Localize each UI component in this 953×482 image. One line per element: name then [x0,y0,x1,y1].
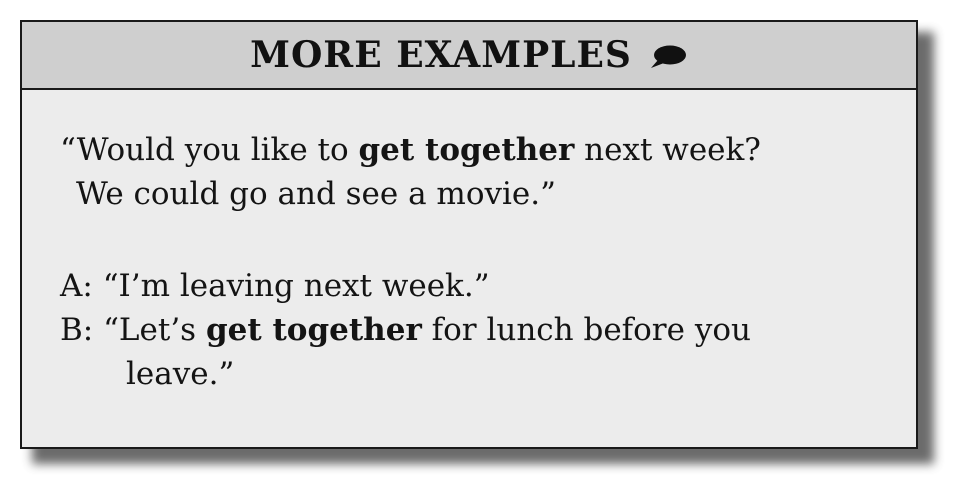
example-line-1: “Would you like to get together next wee… [60,128,916,172]
dialogue-line-b: B: “Let’s get together for lunch before … [60,308,916,352]
phrase-highlight: get together [205,312,422,348]
dialogue-line-a: A: “I’m leaving next week.” [60,264,916,308]
example-text: next week? [574,132,761,168]
dialogue-text: for lunch before you [421,312,751,348]
card-header: MORE EXAMPLES [22,22,916,90]
example-line-2: We could go and see a movie.” [76,176,556,212]
examples-card: MORE EXAMPLES “Would you like to get tog… [20,20,918,449]
speech-bubble-icon [648,44,688,70]
examples-content: “Would you like to get together next wee… [22,90,916,396]
card-title: MORE EXAMPLES [250,34,632,76]
phrase-highlight: get together [358,132,575,168]
speaker-b: B: [60,312,94,348]
dialogue-text: “Let’s [93,312,206,348]
dialogue-text: “I’m leaving next week.” [92,268,490,304]
dialogue-line-b-cont: leave.” [126,356,235,392]
example-text: “Would you like to [60,132,359,168]
speaker-a: A: [60,268,93,304]
